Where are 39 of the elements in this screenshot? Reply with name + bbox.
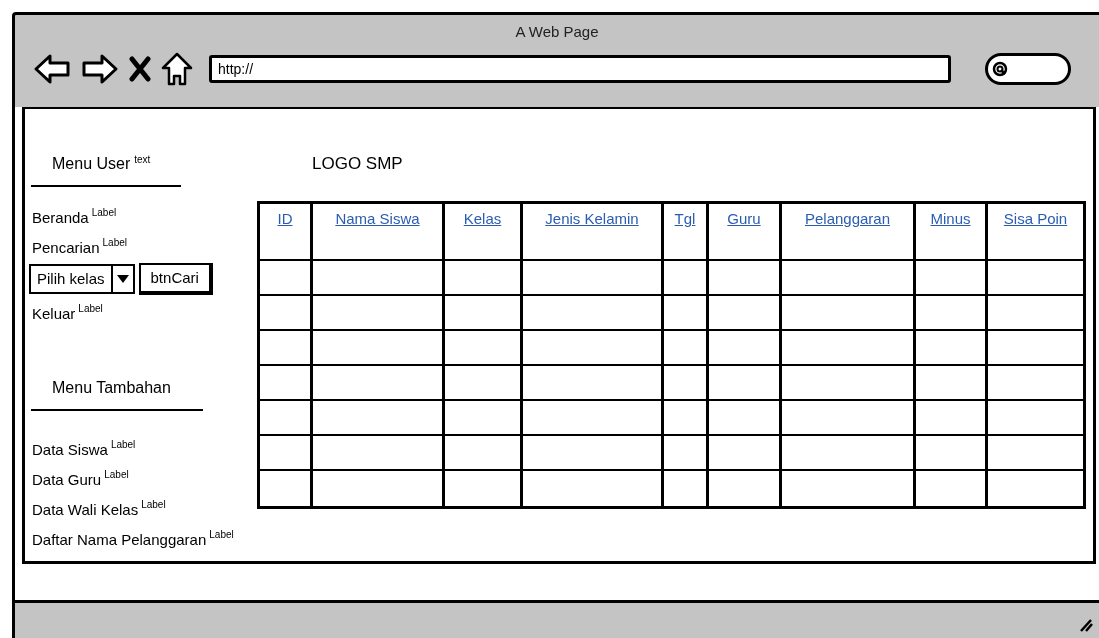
resize-grip-icon[interactable] bbox=[1079, 618, 1093, 632]
url-field[interactable]: http:// bbox=[209, 54, 951, 83]
logo-text: LOGO SMP bbox=[312, 153, 404, 175]
section-heading: Menu User bbox=[52, 154, 131, 174]
search-field[interactable] bbox=[985, 52, 1071, 85]
back-arrow-icon[interactable] bbox=[33, 52, 71, 85]
menu-link[interactable]: Data Guru bbox=[32, 469, 102, 491]
column-header-link[interactable]: Sisa Poin bbox=[1003, 209, 1068, 229]
column-header-link[interactable]: Tgl bbox=[674, 209, 696, 229]
note-text: Label bbox=[102, 237, 127, 249]
search-icon bbox=[992, 60, 1008, 77]
note-text: text bbox=[134, 153, 151, 167]
menu-link[interactable]: Daftar Nama Pelanggaran bbox=[32, 529, 207, 551]
caret-icon bbox=[116, 275, 129, 283]
note-text: Label bbox=[91, 207, 117, 219]
window-title: A Web Page bbox=[515, 22, 599, 42]
menu-link[interactable]: Data Siswa bbox=[32, 439, 108, 461]
column-header-link[interactable]: Minus bbox=[930, 209, 971, 229]
menu-link[interactable]: Pencarian bbox=[32, 237, 100, 259]
column-header-link[interactable]: ID bbox=[277, 209, 293, 229]
note-text: Label bbox=[141, 499, 166, 511]
close-icon[interactable] bbox=[129, 55, 151, 82]
note-text: Label bbox=[209, 529, 234, 541]
column-header-link[interactable]: Kelas bbox=[463, 209, 502, 229]
column-header-link[interactable]: Guru bbox=[727, 209, 761, 229]
forward-arrow-icon[interactable] bbox=[81, 52, 119, 85]
search-button[interactable]: btnCari bbox=[138, 263, 213, 295]
menu-link[interactable]: Keluar bbox=[32, 303, 76, 325]
note-text: Label bbox=[110, 439, 136, 451]
column-header-link[interactable]: Pelanggaran bbox=[804, 209, 891, 229]
home-icon[interactable] bbox=[161, 51, 193, 86]
column-header-link[interactable]: Nama Siswa bbox=[335, 209, 420, 229]
section-heading: Menu Tambahan bbox=[52, 378, 171, 398]
menu-link[interactable]: Data Wali Kelas bbox=[32, 499, 139, 521]
note-text: Label bbox=[104, 469, 129, 481]
column-header-link[interactable]: Jenis Kelamin bbox=[545, 209, 639, 229]
class-dropdown[interactable]: Pilih kelas bbox=[29, 264, 135, 294]
note-text: Label bbox=[78, 303, 103, 315]
menu-link[interactable]: Beranda bbox=[32, 207, 89, 229]
